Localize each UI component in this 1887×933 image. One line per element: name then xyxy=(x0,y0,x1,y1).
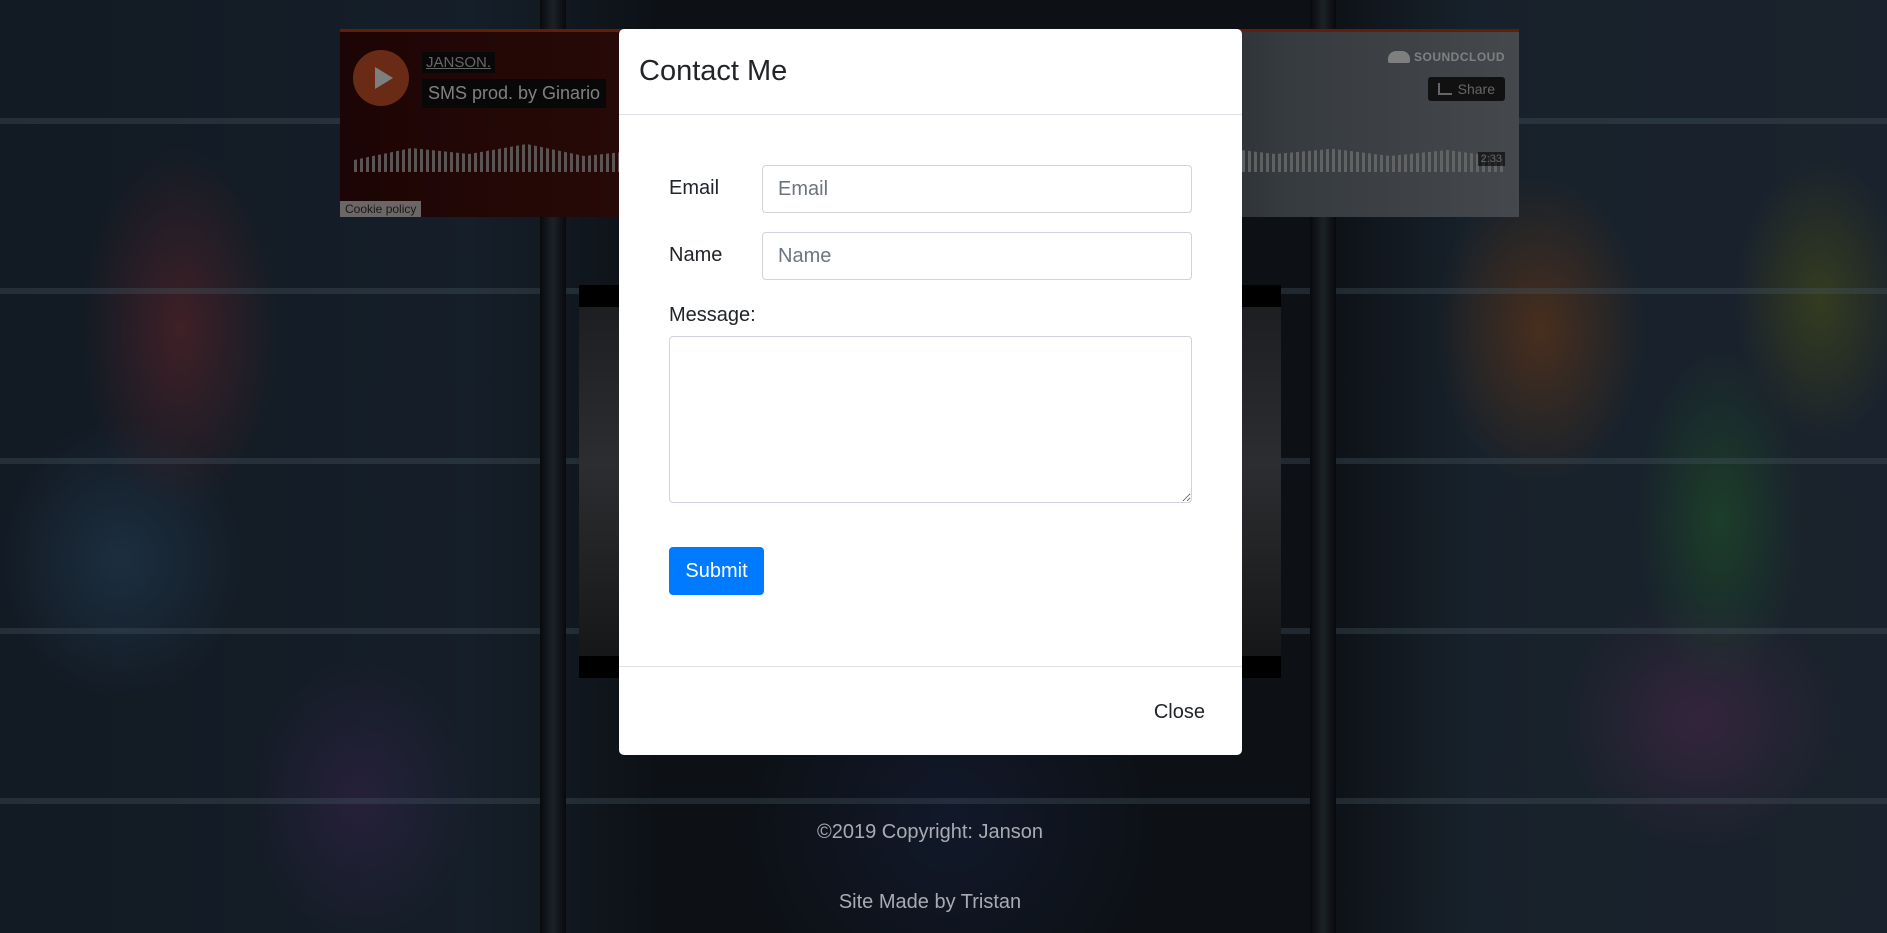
modal-title: Contact Me xyxy=(639,55,788,87)
contact-modal: Contact Me Email Name Message: Submit Cl… xyxy=(619,29,1242,755)
email-field[interactable] xyxy=(762,165,1192,213)
copyright-text: ©2019 Copyright: Janson xyxy=(817,821,1043,843)
modal-header: Contact Me xyxy=(619,29,1242,115)
modal-footer: Close xyxy=(619,666,1242,755)
name-field[interactable] xyxy=(762,232,1192,280)
modal-body: Email Name Message: Submit xyxy=(619,115,1242,665)
name-label: Name xyxy=(669,244,723,266)
message-label: Message: xyxy=(669,304,756,326)
submit-button[interactable]: Submit xyxy=(669,547,764,595)
close-button[interactable]: Close xyxy=(1154,701,1205,724)
message-textarea[interactable] xyxy=(669,336,1192,503)
email-label: Email xyxy=(669,177,720,199)
site-credit-text: Site Made by Tristan xyxy=(838,891,1022,913)
